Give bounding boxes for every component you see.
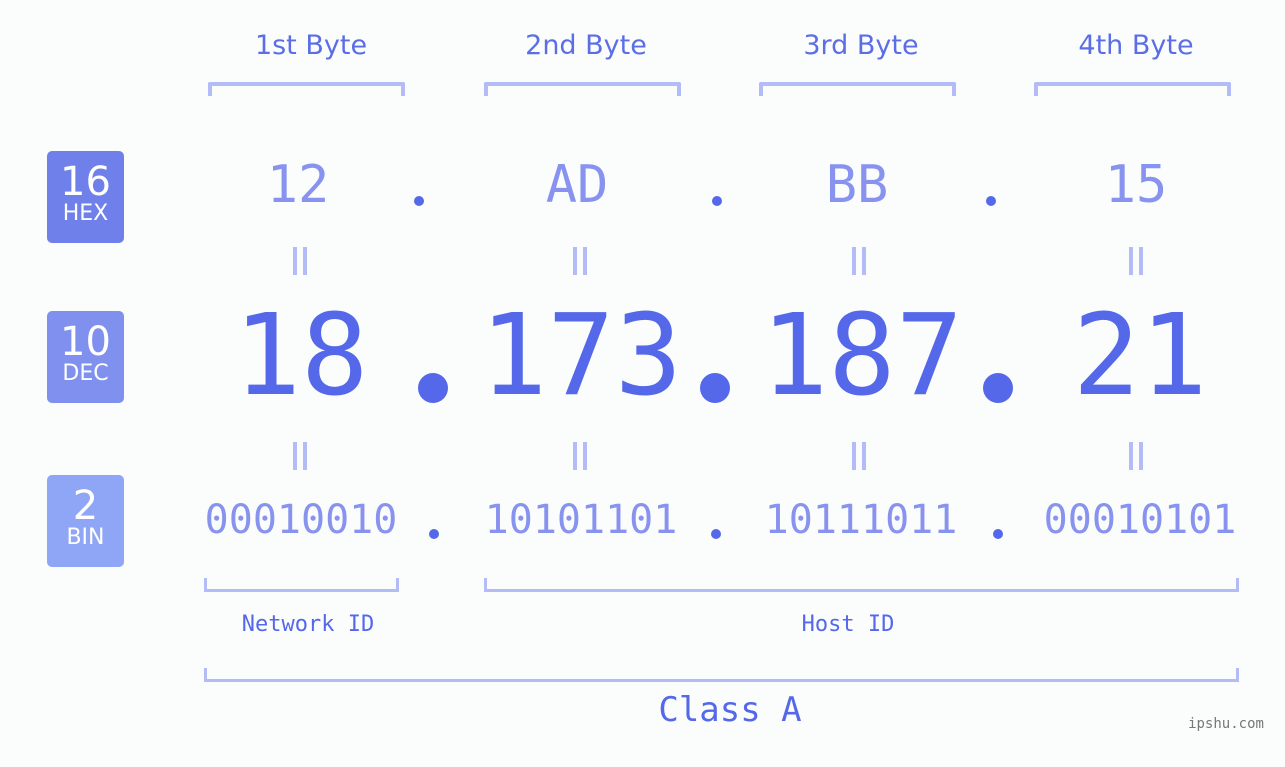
bin-separator-dot [993,529,1003,539]
dec-separator-dot [700,373,730,403]
bin-octet-2: 10101101 [484,497,678,543]
dec-separator-dot [983,373,1013,403]
byte-label-2: 2nd Byte [525,30,647,61]
byte-bracket-1 [208,82,405,96]
dec-octet-3: 187 [760,291,964,421]
equals-icon [851,442,867,470]
ip-class-label: Class A [658,690,802,730]
hex-separator-dot [414,196,424,206]
dec-octet-4: 21 [1072,291,1208,421]
hex-octet-4: 15 [1104,155,1168,215]
host-id-bracket [484,578,1239,592]
dec-octet-2: 173 [479,291,683,421]
hex-octet-1: 12 [266,155,330,215]
dec-base-label: DEC [62,361,109,386]
watermark: ipshu.com [1188,716,1264,732]
hex-octet-2: AD [545,155,609,215]
host-id-label: Host ID [801,612,895,637]
dec-base-number: 10 [60,319,111,365]
equals-icon [572,442,588,470]
byte-bracket-3 [759,82,956,96]
equals-icon [572,247,588,275]
dec-separator-dot [418,373,448,403]
bin-octet-1: 00010010 [204,497,398,543]
bin-separator-dot [711,529,721,539]
hex-separator-dot [986,196,996,206]
hex-octet-3: BB [825,155,889,215]
equals-icon [1128,247,1144,275]
network-id-label: Network ID [241,612,375,637]
bin-octet-3: 10111011 [764,497,958,543]
equals-icon [851,247,867,275]
hex-base-label: HEX [62,201,109,226]
dec-badge: 10 DEC [47,311,124,403]
bin-base-label: BIN [66,525,105,550]
bin-octet-4: 00010101 [1043,497,1237,543]
byte-label-3: 3rd Byte [803,30,919,61]
equals-icon [1128,442,1144,470]
byte-bracket-2 [484,82,681,96]
network-id-bracket [204,578,399,592]
byte-label-1: 1st Byte [254,30,368,61]
hex-base-number: 16 [60,159,111,205]
equals-icon [292,247,308,275]
byte-bracket-4 [1034,82,1231,96]
dec-octet-1: 18 [233,291,369,421]
bin-base-number: 2 [72,483,99,529]
byte-label-4: 4th Byte [1078,30,1194,61]
equals-icon [292,442,308,470]
hex-separator-dot [712,196,722,206]
bin-badge: 2 BIN [47,475,124,567]
bin-separator-dot [429,529,439,539]
class-bracket [204,668,1239,682]
hex-badge: 16 HEX [47,151,124,243]
